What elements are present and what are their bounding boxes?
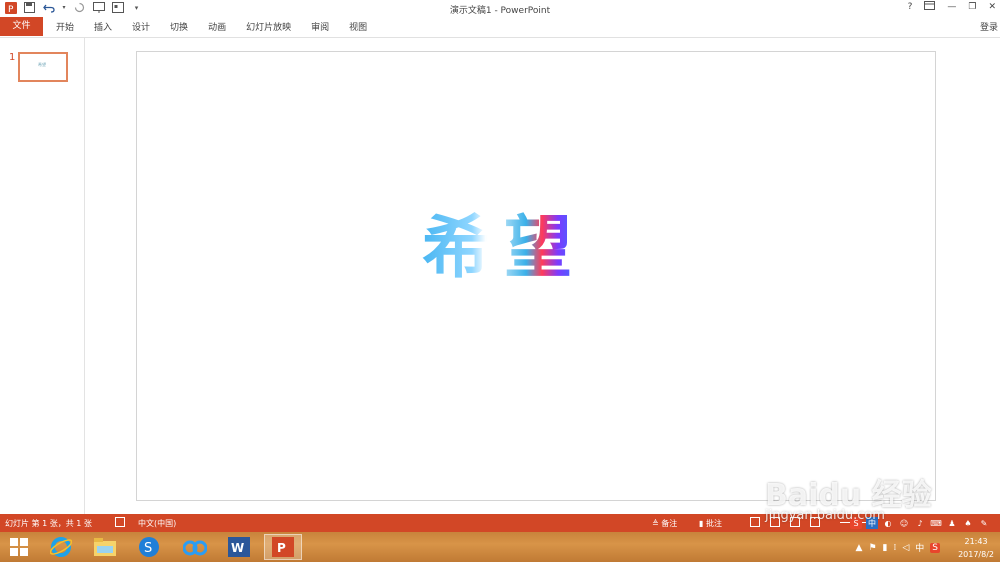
title-bar: P ▾ ▾ 演示文稿1 - PowerPoint ? — ❐ ✕ [0,0,1000,16]
action-center-icon[interactable]: ⚑ [868,543,876,553]
svg-text:S: S [144,541,152,556]
battery-icon[interactable]: ▮ [883,543,888,553]
powerpoint-icon[interactable]: P [264,534,302,560]
tab-design[interactable]: 设计 [132,20,150,33]
clock-date: 2017/8/2 [958,550,994,559]
notes-button[interactable]: ≜ 备注 [652,518,677,529]
tab-view[interactable]: 视图 [349,20,367,33]
wordart-text[interactable]: 希望 [422,192,622,291]
close-button[interactable]: ✕ [988,2,996,12]
slide-thumbnail[interactable]: 希望 [18,52,68,82]
slide-count: 幻灯片 第 1 张，共 1 张 [5,519,92,528]
svg-text:P: P [277,541,286,555]
spellcheck-icon[interactable] [115,517,125,529]
help-button[interactable]: ? [908,2,913,12]
minimize-button[interactable]: — [947,2,956,12]
sogou-tray-icon[interactable]: S [930,542,940,553]
svg-text:W: W [231,541,244,555]
tray-expand-icon[interactable]: ▲ [856,543,863,553]
ribbon: 文件 开始 插入 设计 切换 动画 幻灯片放映 审阅 视图 登录 [0,17,1000,37]
tray-ime-indicator[interactable]: 中 [915,541,924,554]
ie-icon[interactable] [42,534,80,560]
clock[interactable]: 21:43 2017/8/2 [958,535,994,561]
network-icon[interactable]: ⁞ [893,543,896,553]
watermark-url: jingyan.baidu.com [765,508,885,523]
tab-transitions[interactable]: 切换 [170,20,188,33]
volume-icon[interactable]: ◁ [902,543,909,553]
word-icon[interactable]: W [220,534,258,560]
sogou-browser-icon[interactable]: S [130,534,168,560]
window-controls: ? — ❐ ✕ [908,1,996,13]
taskbar: S W P ▲ ⚑ ▮ ⁞ ◁ 中 S 21:43 2017/8/2 [0,532,1000,562]
tab-animations[interactable]: 动画 [208,20,226,33]
file-explorer-icon[interactable] [86,534,124,560]
tab-file[interactable]: 文件 [0,17,43,36]
slide[interactable]: 希望 [136,51,936,501]
slide-thumbnail-pane: 1 希望 [0,38,85,514]
windows-start-icon[interactable] [0,534,38,560]
window-title: 演示文稿1 - PowerPoint [449,6,551,16]
ribbon-tabs: 开始 插入 设计 切换 动画 幻灯片放映 审阅 视图 [56,17,387,36]
ribbon-display-icon[interactable] [924,1,936,13]
comments-button[interactable]: ▮ 批注 [699,518,722,529]
login-link[interactable]: 登录 [980,20,998,33]
language-indicator[interactable]: 中文(中国) [138,518,176,529]
watermark: Baidu 经验 jingyan.baidu.com [755,448,995,532]
restore-button[interactable]: ❐ [968,2,976,12]
thumbnail-text: 希望 [38,62,46,67]
tab-review[interactable]: 审阅 [311,20,329,33]
tab-slideshow[interactable]: 幻灯片放映 [246,20,291,33]
tab-insert[interactable]: 插入 [94,20,112,33]
system-tray: ▲ ⚑ ▮ ⁞ ◁ 中 S [856,541,940,554]
clock-time: 21:43 [964,537,988,546]
tab-home[interactable]: 开始 [56,20,74,33]
slide-number: 1 [9,52,16,63]
baidu-cloud-icon[interactable] [176,534,214,560]
